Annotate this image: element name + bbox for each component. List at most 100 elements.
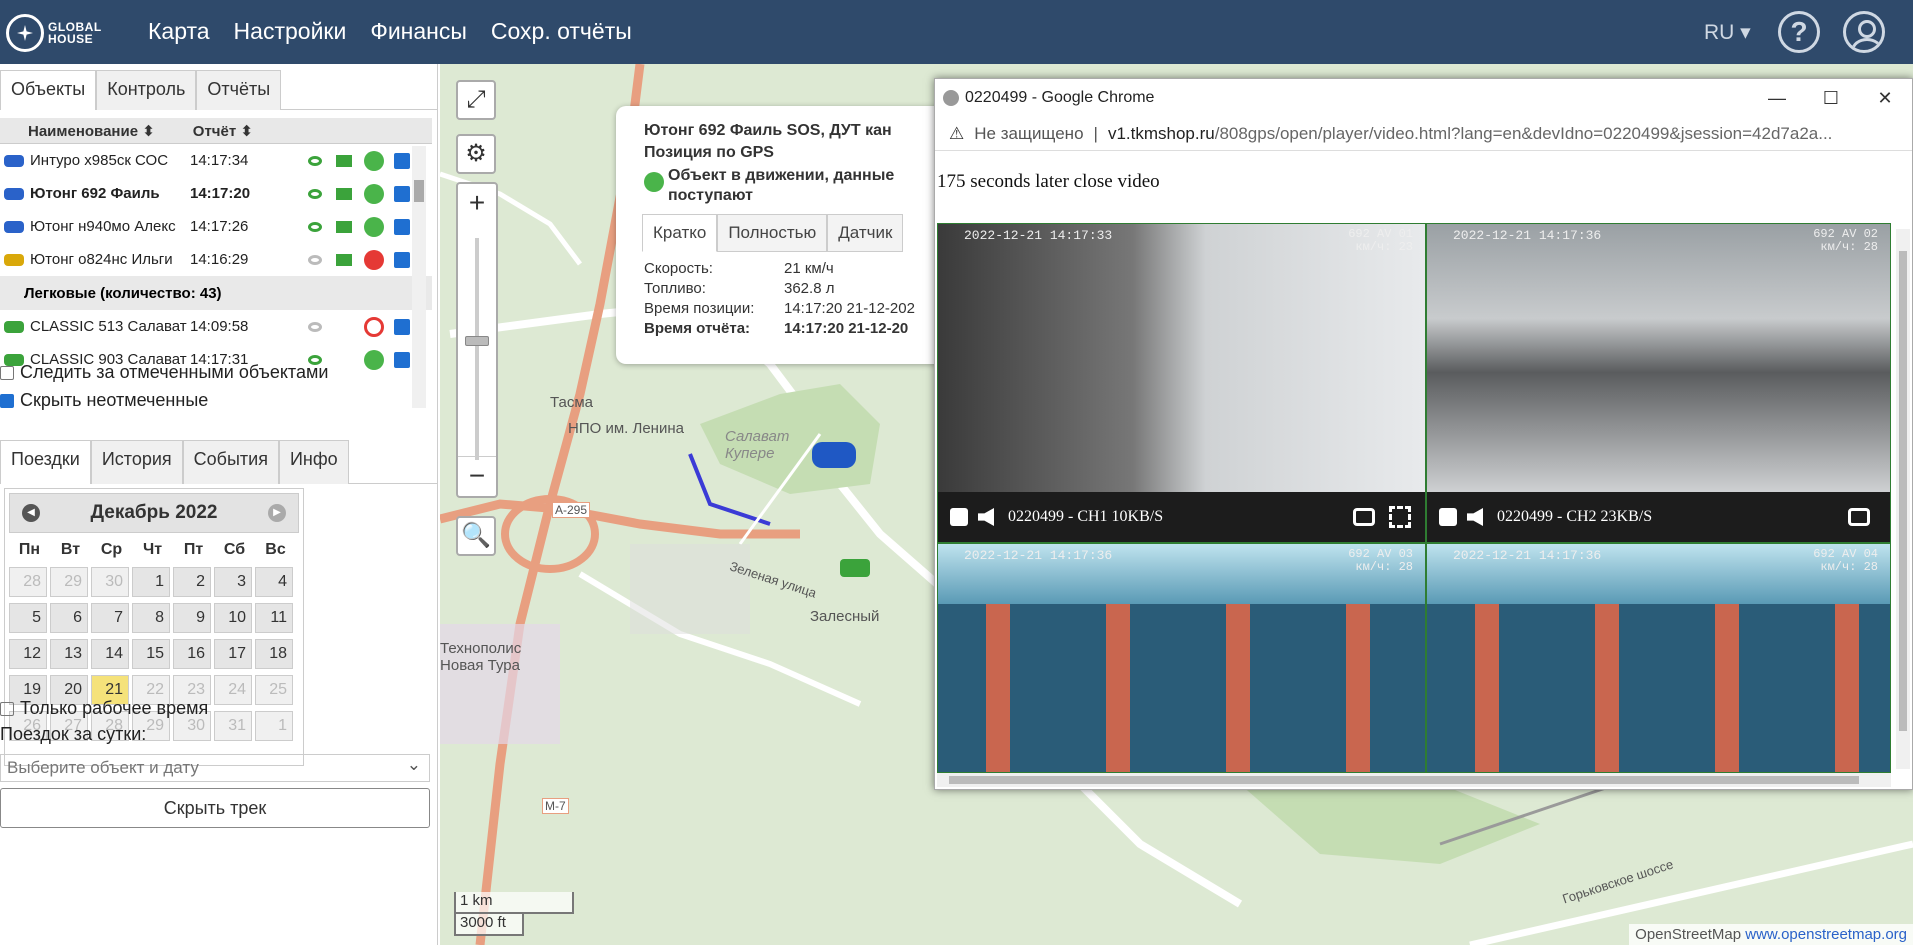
tab-events[interactable]: События — [182, 440, 279, 484]
maximize-icon[interactable]: ☐ — [1804, 79, 1858, 117]
prev-month-icon[interactable]: ◀ — [22, 504, 40, 522]
calendar-day[interactable]: 3 — [214, 567, 252, 597]
language-select[interactable]: RU ▾ — [1704, 20, 1751, 45]
tab-history[interactable]: История — [90, 440, 183, 484]
tab-full[interactable]: Полностью — [717, 214, 828, 252]
object-checkbox[interactable] — [394, 218, 410, 235]
page-horizontal-scrollbar[interactable] — [937, 773, 1891, 787]
snapshot-icon[interactable] — [1353, 508, 1375, 526]
calendar-day[interactable]: 18 — [255, 639, 293, 669]
calendar-day[interactable]: 12 — [9, 639, 47, 669]
address-bar[interactable]: ⚠ Не защищено | v1.tkmshop.ru /808gps/op… — [935, 117, 1912, 151]
calendar-day[interactable]: 1 — [255, 711, 293, 741]
column-name[interactable]: Наименование ⬍ — [28, 122, 155, 140]
calendar-day[interactable]: 25 — [255, 675, 293, 705]
calendar-day[interactable]: 5 — [9, 603, 47, 633]
tab-sensors[interactable]: Датчик — [827, 214, 904, 252]
calendar-day[interactable]: 30 — [91, 567, 129, 597]
column-report[interactable]: Отчёт ⬍ — [193, 122, 253, 140]
speaker-icon[interactable] — [978, 508, 994, 526]
worktime-option[interactable]: Только рабочее время — [0, 698, 208, 719]
map-label: Залесный — [810, 608, 880, 625]
calendar-day[interactable]: 17 — [214, 639, 252, 669]
calendar-day[interactable]: 24 — [214, 675, 252, 705]
worktime-checkbox[interactable] — [0, 701, 14, 716]
calendar-day[interactable]: 16 — [173, 639, 211, 669]
minimize-icon[interactable]: — — [1750, 79, 1804, 117]
tab-objects[interactable]: Объекты — [0, 70, 97, 110]
camera-icon[interactable] — [336, 187, 352, 200]
object-checkbox[interactable] — [394, 185, 410, 202]
video-tile[interactable]: 2022-12-21 14:17:36 692 AV 02 км/ч: 28 0… — [1426, 223, 1891, 543]
vehicle-marker-icon[interactable] — [812, 442, 856, 468]
object-checkbox[interactable] — [394, 351, 410, 368]
page-vertical-scrollbar[interactable] — [1896, 229, 1910, 769]
video-tile[interactable]: 2022-12-21 14:17:33 692 AV 01 км/ч: 23 0… — [937, 223, 1426, 543]
hide-unchecked-checkbox[interactable] — [0, 393, 14, 408]
user-icon[interactable] — [1843, 11, 1885, 53]
calendar-day[interactable]: 2 — [173, 567, 211, 597]
objects-scrollbar[interactable] — [412, 146, 426, 408]
stop-icon[interactable] — [1439, 508, 1457, 526]
nav-finance[interactable]: Финансы — [370, 18, 467, 45]
fullscreen-icon[interactable]: ⤢ — [456, 80, 496, 120]
nav-settings[interactable]: Настройки — [234, 18, 347, 45]
stop-icon[interactable] — [950, 508, 968, 526]
next-month-icon[interactable]: ▶ — [268, 504, 286, 522]
calendar-day[interactable]: 29 — [50, 567, 88, 597]
attribution-link[interactable]: www.openstreetmap.org — [1745, 926, 1907, 943]
object-checkbox[interactable] — [394, 318, 410, 335]
tab-control[interactable]: Контроль — [96, 70, 197, 110]
calendar-day[interactable]: 4 — [255, 567, 293, 597]
calendar-day[interactable]: 7 — [91, 603, 129, 633]
help-icon[interactable]: ? — [1778, 11, 1820, 53]
tab-trips[interactable]: Поездки — [0, 440, 91, 484]
close-icon[interactable]: ✕ — [1858, 79, 1912, 117]
zoom-slider-handle[interactable] — [465, 336, 489, 346]
snapshot-icon[interactable] — [1848, 508, 1870, 526]
follow-option[interactable]: Следить за отмеченными объектами — [0, 362, 328, 383]
calendar-day[interactable]: 8 — [132, 603, 170, 633]
status-dot-icon — [364, 150, 384, 171]
follow-checkbox[interactable] — [0, 365, 14, 380]
zoom-in-button[interactable]: + — [458, 184, 496, 224]
tab-info[interactable]: Инфо — [278, 440, 349, 484]
fullscreen-icon[interactable] — [1389, 506, 1411, 528]
tab-brief[interactable]: Кратко — [642, 214, 718, 252]
list-item[interactable]: CLASSIC 513 Салават 14:09:58 — [0, 310, 432, 343]
camera-icon[interactable] — [336, 253, 352, 266]
video-tile[interactable]: 2022-12-21 14:17:36 692 AV 03 км/ч: 28 — [937, 543, 1426, 773]
calendar-day[interactable]: 1 — [132, 567, 170, 597]
settings-gear-icon[interactable]: ⚙ — [456, 134, 496, 174]
calendar-day[interactable]: 11 — [255, 603, 293, 633]
window-title-bar[interactable]: 0220499 - Google Chrome — ☐ ✕ — [935, 79, 1912, 117]
calendar-day[interactable]: 15 — [132, 639, 170, 669]
hide-unchecked-option[interactable]: Скрыть неотмеченные — [0, 390, 208, 411]
list-item[interactable]: Ютонг н940мо Алекс 14:17:26 — [0, 210, 432, 243]
hide-track-button[interactable]: Скрыть трек — [0, 788, 430, 828]
nav-saved-reports[interactable]: Сохр. отчёты — [491, 18, 632, 45]
zoom-out-button[interactable]: − — [458, 456, 496, 496]
group-header[interactable]: Легковые (количество: 43) — [0, 276, 432, 310]
calendar-day[interactable]: 10 — [214, 603, 252, 633]
calendar-day[interactable]: 6 — [50, 603, 88, 633]
camera-icon[interactable] — [336, 154, 352, 167]
list-item[interactable]: Интуро х985ск СОС 14:17:34 — [0, 144, 432, 177]
video-tile[interactable]: 2022-12-21 14:17:36 692 AV 04 км/ч: 28 — [1426, 543, 1891, 773]
calendar-day[interactable]: 13 — [50, 639, 88, 669]
tab-reports[interactable]: Отчёты — [196, 70, 282, 110]
object-date-select[interactable]: Выберите объект и дату — [0, 754, 430, 782]
object-checkbox[interactable] — [394, 251, 410, 268]
search-icon[interactable]: 🔍 — [456, 516, 496, 556]
logo[interactable]: GLOBAL HOUSE — [6, 6, 104, 60]
calendar-day[interactable]: 28 — [9, 567, 47, 597]
nav-map[interactable]: Карта — [148, 18, 210, 45]
camera-icon[interactable] — [336, 220, 352, 233]
speaker-icon[interactable] — [1467, 508, 1483, 526]
calendar-day[interactable]: 31 — [214, 711, 252, 741]
object-checkbox[interactable] — [394, 152, 410, 169]
calendar-day[interactable]: 9 — [173, 603, 211, 633]
list-item[interactable]: Ютонг о824нс Ильги 14:16:29 — [0, 243, 432, 276]
calendar-day[interactable]: 14 — [91, 639, 129, 669]
list-item[interactable]: Ютонг 692 Фаиль 14:17:20 — [0, 177, 432, 210]
